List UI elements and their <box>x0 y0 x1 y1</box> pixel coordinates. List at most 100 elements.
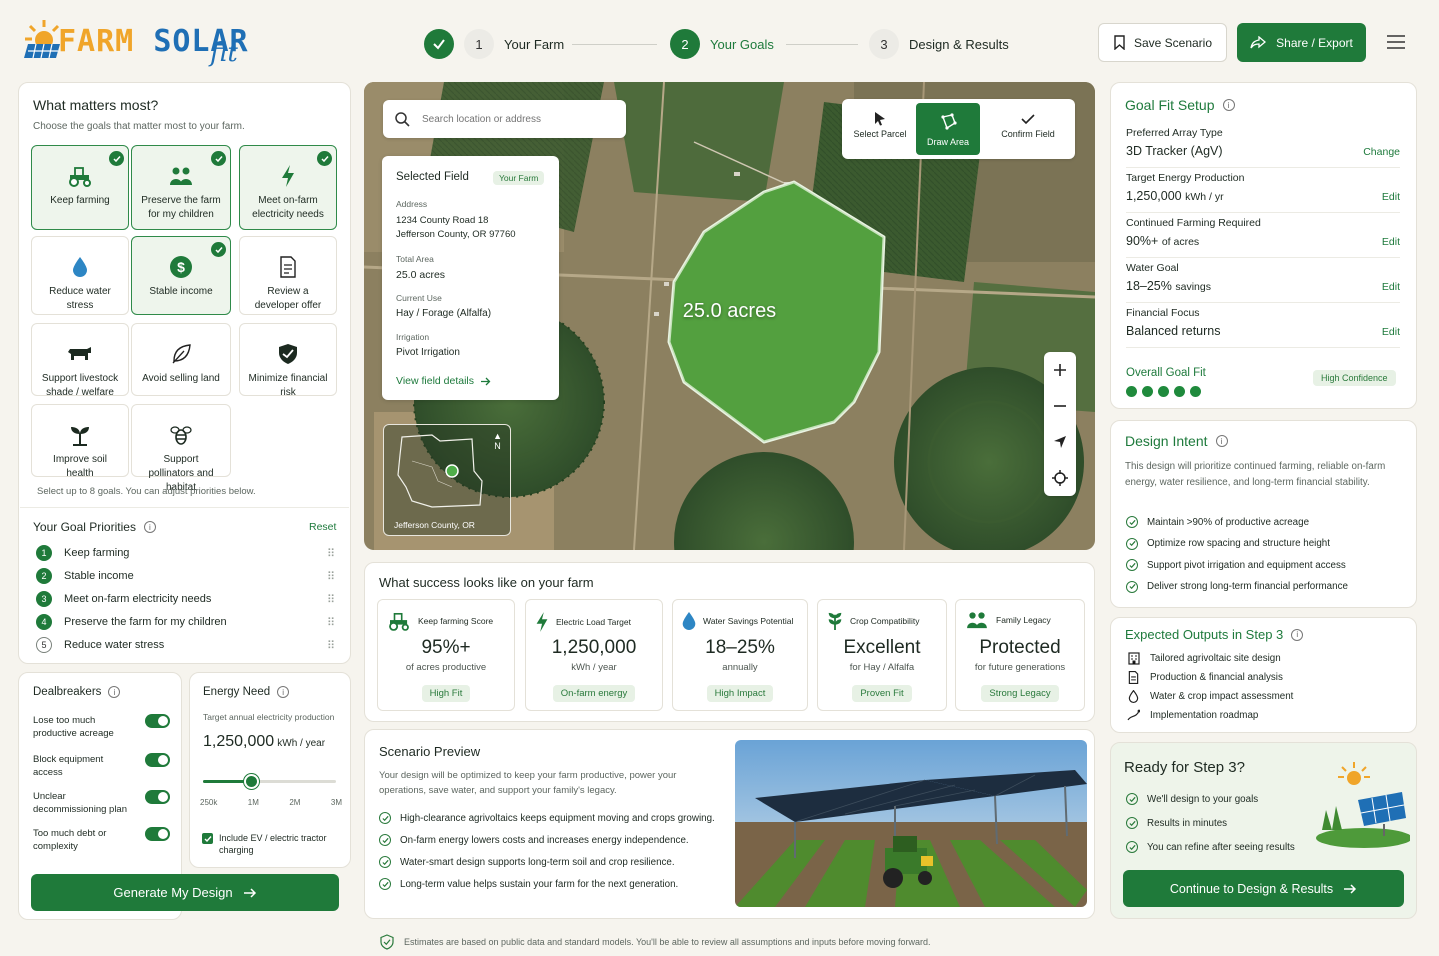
goal-card[interactable]: $ Stable income <box>131 236 231 315</box>
dealbreaker-label: Block equipment access <box>33 754 104 778</box>
goal-label: Reduce water stress <box>49 286 111 311</box>
county-inset-map[interactable]: ▲ N Jefferson County, OR <box>383 424 511 536</box>
priority-label: Meet on-farm electricity needs <box>64 593 212 605</box>
divider <box>1126 302 1400 303</box>
goal-fit-row: Water Goal 18–25% savings Edit <box>1126 262 1400 303</box>
goal-card[interactable]: Minimize financial risk <box>239 323 337 398</box>
goal-fit-edit-link[interactable]: Edit <box>1382 281 1400 293</box>
priority-item[interactable]: 2 Stable income ⠿ <box>36 568 335 584</box>
design-intent-text: This design will prioritize continued fa… <box>1125 461 1386 488</box>
map-search-input[interactable] <box>422 113 602 125</box>
info-icon[interactable]: i <box>1215 435 1228 447</box>
goal-label: Review a developer offer <box>254 286 322 311</box>
goal-card[interactable]: Keep farming <box>31 145 129 230</box>
drag-handle-icon[interactable]: ⠿ <box>327 639 335 652</box>
priority-item[interactable]: 1 Keep farming ⠿ <box>36 545 335 561</box>
water-drop-icon <box>682 611 696 631</box>
goal-fit-label: Financial Focus <box>1126 307 1200 319</box>
success-card: Family Legacy Protected for future generat… <box>955 599 1085 711</box>
success-card: Water Savings Potential 18–25% annually Hig… <box>672 599 808 711</box>
building-icon <box>1127 652 1140 665</box>
slider-handle[interactable] <box>243 774 259 789</box>
info-icon[interactable]: i <box>1291 628 1304 641</box>
goal-fit-edit-link[interactable]: Edit <box>1382 326 1400 338</box>
brand-suffix: fit <box>210 38 238 68</box>
output-item: Implementation roadmap <box>1127 709 1258 721</box>
brand-logo[interactable]: FARM SOLAR fit <box>24 14 254 70</box>
view-field-details-link[interactable]: View field details <box>396 375 491 387</box>
priority-item[interactable]: 3 Meet on-farm electricity needs ⠿ <box>36 591 335 607</box>
goal-card[interactable]: Reduce water stress <box>31 236 129 315</box>
locate-arrow-icon[interactable] <box>1044 430 1076 454</box>
output-item: Production & financial analysis <box>1127 671 1283 684</box>
step-3[interactable]: 3 Design & Results <box>869 29 1009 59</box>
dealbreaker-toggle[interactable] <box>145 714 170 728</box>
dealbreakers-title: Dealbreakers <box>33 686 102 698</box>
check-circle-icon <box>1126 537 1138 550</box>
draw-area-tool[interactable]: Draw Area <box>916 103 980 155</box>
priority-item[interactable]: 4 Preserve the farm for my children ⠿ <box>36 614 335 630</box>
check-circle-icon <box>1126 817 1138 829</box>
ev-charging-option[interactable]: Include EV / electric tractor charging <box>202 832 342 856</box>
step-2[interactable]: 2 Your Goals <box>670 29 774 59</box>
goal-card[interactable]: Improve soil health <box>31 404 129 479</box>
info-icon[interactable]: i <box>277 686 290 698</box>
info-icon[interactable]: i <box>1222 99 1235 111</box>
goal-fit-edit-link[interactable]: Edit <box>1382 191 1400 203</box>
checkbox-checked-icon[interactable] <box>202 833 213 844</box>
drag-handle-icon[interactable]: ⠿ <box>327 616 335 629</box>
dealbreaker-toggle[interactable] <box>145 790 170 804</box>
info-icon[interactable]: i <box>108 686 121 698</box>
selected-check-icon <box>211 242 226 257</box>
step-done-check-icon <box>424 29 454 59</box>
goal-card[interactable]: Meet on-farm electricity needs <box>239 145 337 230</box>
energy-slider[interactable] <box>203 774 336 789</box>
outputs-header: Expected Outputs in Step 3 i <box>1125 627 1304 642</box>
drag-handle-icon[interactable]: ⠿ <box>327 570 335 583</box>
goal-card[interactable]: Review a developer offer <box>239 236 337 315</box>
goal-fit-change-link[interactable]: Change <box>1363 146 1400 158</box>
bookmark-icon <box>1114 35 1125 50</box>
confirm-field-tool[interactable]: Confirm Field <box>992 99 1064 159</box>
success-card-sub: for Hay / Alfalfa <box>849 662 915 673</box>
water-drop-icon <box>1127 690 1140 703</box>
check-circle-icon <box>379 856 391 868</box>
goal-fit-edit-link[interactable]: Edit <box>1382 236 1400 248</box>
family-icon <box>965 611 988 629</box>
cow-icon <box>32 340 128 368</box>
step-1[interactable]: 1 Your Farm <box>424 29 564 59</box>
drag-handle-icon[interactable]: ⠿ <box>327 593 335 606</box>
drag-handle-icon[interactable]: ⠿ <box>327 547 335 560</box>
design-intent-bullet: Support pivot irrigation and equipment a… <box>1126 559 1346 571</box>
dealbreaker-toggle[interactable] <box>145 827 170 841</box>
crop-icon <box>827 611 843 631</box>
hamburger-menu-icon[interactable] <box>1387 35 1405 49</box>
goal-fit-value: 3D Tracker (AgV) <box>1126 144 1223 158</box>
goal-card[interactable]: Support pollinators and habitat <box>131 404 231 493</box>
select-parcel-tool[interactable]: Select Parcel <box>848 99 912 159</box>
map-search-box[interactable] <box>383 100 626 138</box>
priority-label: Keep farming <box>64 547 130 559</box>
info-icon[interactable]: i <box>143 521 156 533</box>
continue-design-results-button[interactable]: Continue to Design & Results <box>1123 870 1404 907</box>
high-confidence-badge: High Confidence <box>1313 370 1396 386</box>
recenter-icon[interactable] <box>1044 466 1076 490</box>
zoom-in-icon[interactable] <box>1044 358 1076 382</box>
share-export-button[interactable]: Share / Export <box>1237 23 1366 62</box>
check-circle-icon <box>1126 841 1138 853</box>
goal-card[interactable]: Support livestock shade / welfare <box>31 323 129 398</box>
reset-link[interactable]: Reset <box>309 521 336 533</box>
goal-card[interactable]: Preserve the farm for my children <box>131 145 231 230</box>
selected-check-icon <box>109 151 124 166</box>
save-scenario-button[interactable]: Save Scenario <box>1098 23 1227 62</box>
generate-design-button[interactable]: Generate My Design <box>31 874 339 911</box>
priority-item[interactable]: 5 Reduce water stress ⠿ <box>36 637 335 653</box>
goal-label: Minimize financial risk <box>248 373 328 398</box>
goal-label: Support livestock shade / welfare <box>41 373 119 398</box>
ready-title: Ready for Step 3? <box>1124 759 1245 776</box>
priority-number: 5 <box>36 637 52 653</box>
goal-card[interactable]: Avoid selling land <box>131 323 231 396</box>
zoom-out-icon[interactable] <box>1044 394 1076 418</box>
dealbreaker-toggle[interactable] <box>145 753 170 767</box>
check-circle-icon <box>1126 580 1138 593</box>
